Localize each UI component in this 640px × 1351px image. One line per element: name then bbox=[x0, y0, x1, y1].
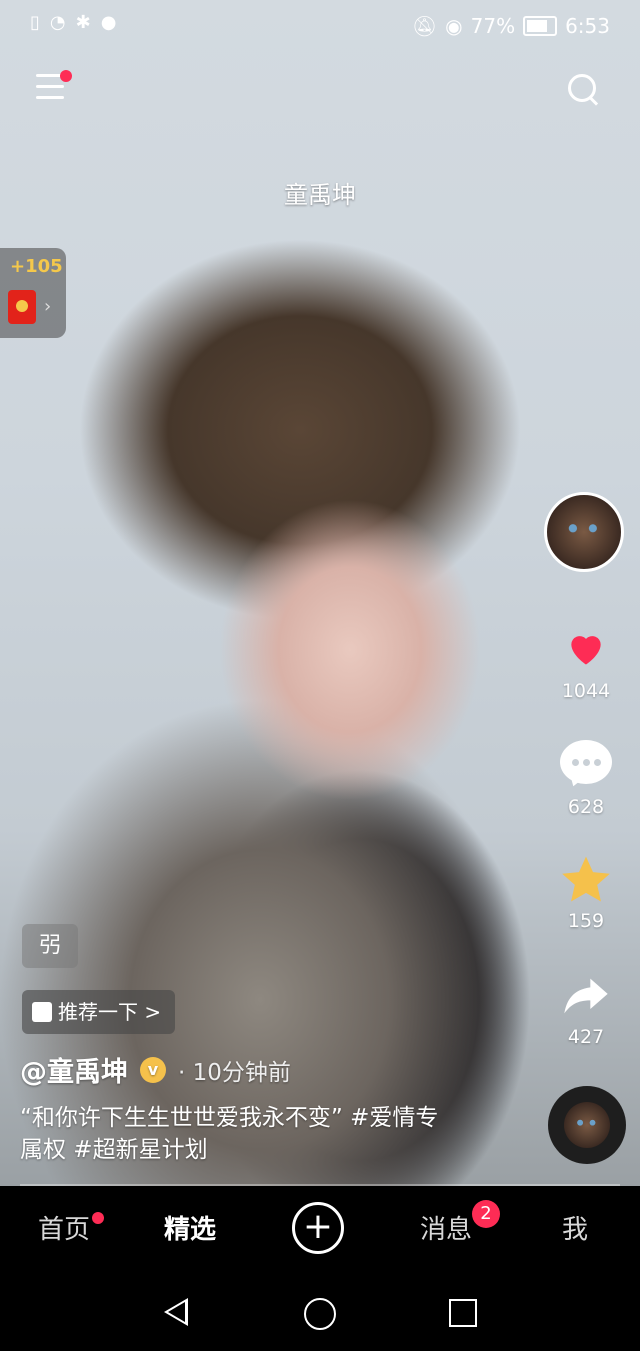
author-name[interactable]: @童禹坤 bbox=[20, 1050, 128, 1089]
battery-percent: 77% bbox=[470, 14, 516, 38]
favorite-count: 159 bbox=[567, 910, 605, 932]
messages-badge: 2 bbox=[472, 1200, 501, 1228]
recommend-label: 推荐一下 > bbox=[58, 1000, 162, 1024]
eye-icon: ◉ bbox=[445, 14, 463, 38]
heart-icon-shape bbox=[571, 636, 601, 665]
music-cover bbox=[564, 1102, 610, 1148]
heart-icon bbox=[556, 622, 616, 678]
comment-button[interactable]: 628 bbox=[544, 738, 628, 818]
dot bbox=[594, 759, 601, 766]
mute-icon: 🔕︎ bbox=[411, 14, 438, 38]
share-icon bbox=[556, 968, 616, 1024]
tab-home-label: 首页 bbox=[38, 1215, 91, 1245]
clock: 6:53 bbox=[565, 14, 610, 38]
tab-home[interactable]: 首页 bbox=[38, 1186, 105, 1274]
video-title: 童禹坤 bbox=[284, 181, 356, 209]
author-avatar[interactable] bbox=[544, 492, 624, 572]
video-caption[interactable]: “和你许下生生世世爱我永不变” #爱情专属权 #超新星计划 bbox=[20, 1102, 450, 1166]
notification-dot bbox=[60, 70, 72, 82]
recents-icon[interactable] bbox=[449, 1299, 477, 1327]
tab-messages-label: 消息 bbox=[420, 1215, 473, 1245]
comment-count: 628 bbox=[567, 796, 605, 818]
home-icon[interactable] bbox=[304, 1298, 336, 1330]
status-right: 🔕︎ ◉ 77% 6:53 bbox=[412, 14, 610, 38]
comment-icon bbox=[556, 738, 616, 794]
bottom-tab-bar: 首页 精选 + 消息 2 我 bbox=[0, 1186, 640, 1274]
app-screen: ▯ ◔ ✱ ● 🔕︎ ◉ 77% 6:53 童禹坤 +105 › 1044 62… bbox=[0, 0, 640, 1351]
favorite-button[interactable]: 159 bbox=[544, 852, 628, 932]
author-line: @童禹坤 v · 10分钟前 bbox=[20, 1050, 291, 1089]
thumbs-up-icon bbox=[32, 1002, 52, 1022]
post-time: · 10分钟前 bbox=[178, 1059, 291, 1086]
menu-button[interactable] bbox=[36, 70, 72, 110]
dot bbox=[583, 759, 590, 766]
dot bbox=[572, 759, 579, 766]
share-button[interactable]: 427 bbox=[544, 968, 628, 1048]
system-nav-bar bbox=[0, 1274, 640, 1351]
coin-reward-widget[interactable]: +105 › bbox=[0, 248, 66, 338]
star-icon-shape bbox=[562, 856, 610, 902]
star-icon bbox=[556, 852, 616, 908]
sim-icon: ▯ bbox=[30, 12, 40, 33]
share-count: 427 bbox=[567, 1026, 605, 1048]
app-notification-icon: ● bbox=[100, 12, 117, 33]
back-icon[interactable] bbox=[164, 1298, 188, 1326]
battery-icon bbox=[523, 16, 558, 36]
tab-featured-label: 精选 bbox=[164, 1215, 217, 1245]
search-button[interactable] bbox=[568, 74, 602, 108]
search-icon-handle bbox=[588, 96, 599, 106]
status-bar: ▯ ◔ ✱ ● 🔕︎ ◉ 77% 6:53 bbox=[0, 0, 640, 56]
tab-me-label: 我 bbox=[562, 1215, 589, 1245]
notification-dot bbox=[92, 1212, 105, 1224]
share-arrow-icon bbox=[564, 978, 608, 1014]
tab-me[interactable]: 我 bbox=[562, 1186, 588, 1274]
red-packet-icon bbox=[8, 290, 36, 324]
tab-messages[interactable]: 消息 2 bbox=[420, 1186, 501, 1274]
chevron-right-icon: › bbox=[44, 296, 52, 317]
music-disc[interactable] bbox=[548, 1086, 626, 1164]
status-left-icons: ▯ ◔ ✱ ● bbox=[30, 12, 116, 33]
recommend-button[interactable]: 推荐一下 > bbox=[22, 990, 176, 1034]
like-button[interactable]: 1044 bbox=[544, 622, 628, 702]
menu-icon-line bbox=[36, 96, 64, 99]
verified-badge-icon: v bbox=[140, 1056, 166, 1083]
like-count: 1044 bbox=[561, 680, 611, 702]
menu-icon-line bbox=[36, 85, 64, 88]
wifi-icon: ◔ bbox=[49, 12, 66, 33]
coin-amount: +105 bbox=[10, 256, 63, 277]
tab-featured[interactable]: 精选 bbox=[164, 1186, 216, 1274]
create-button[interactable]: + bbox=[292, 1202, 344, 1254]
comment-bubble-icon bbox=[560, 740, 612, 784]
bluetooth-icon: ✱ bbox=[75, 12, 91, 33]
mix-tag[interactable]: 弜 bbox=[22, 924, 78, 968]
